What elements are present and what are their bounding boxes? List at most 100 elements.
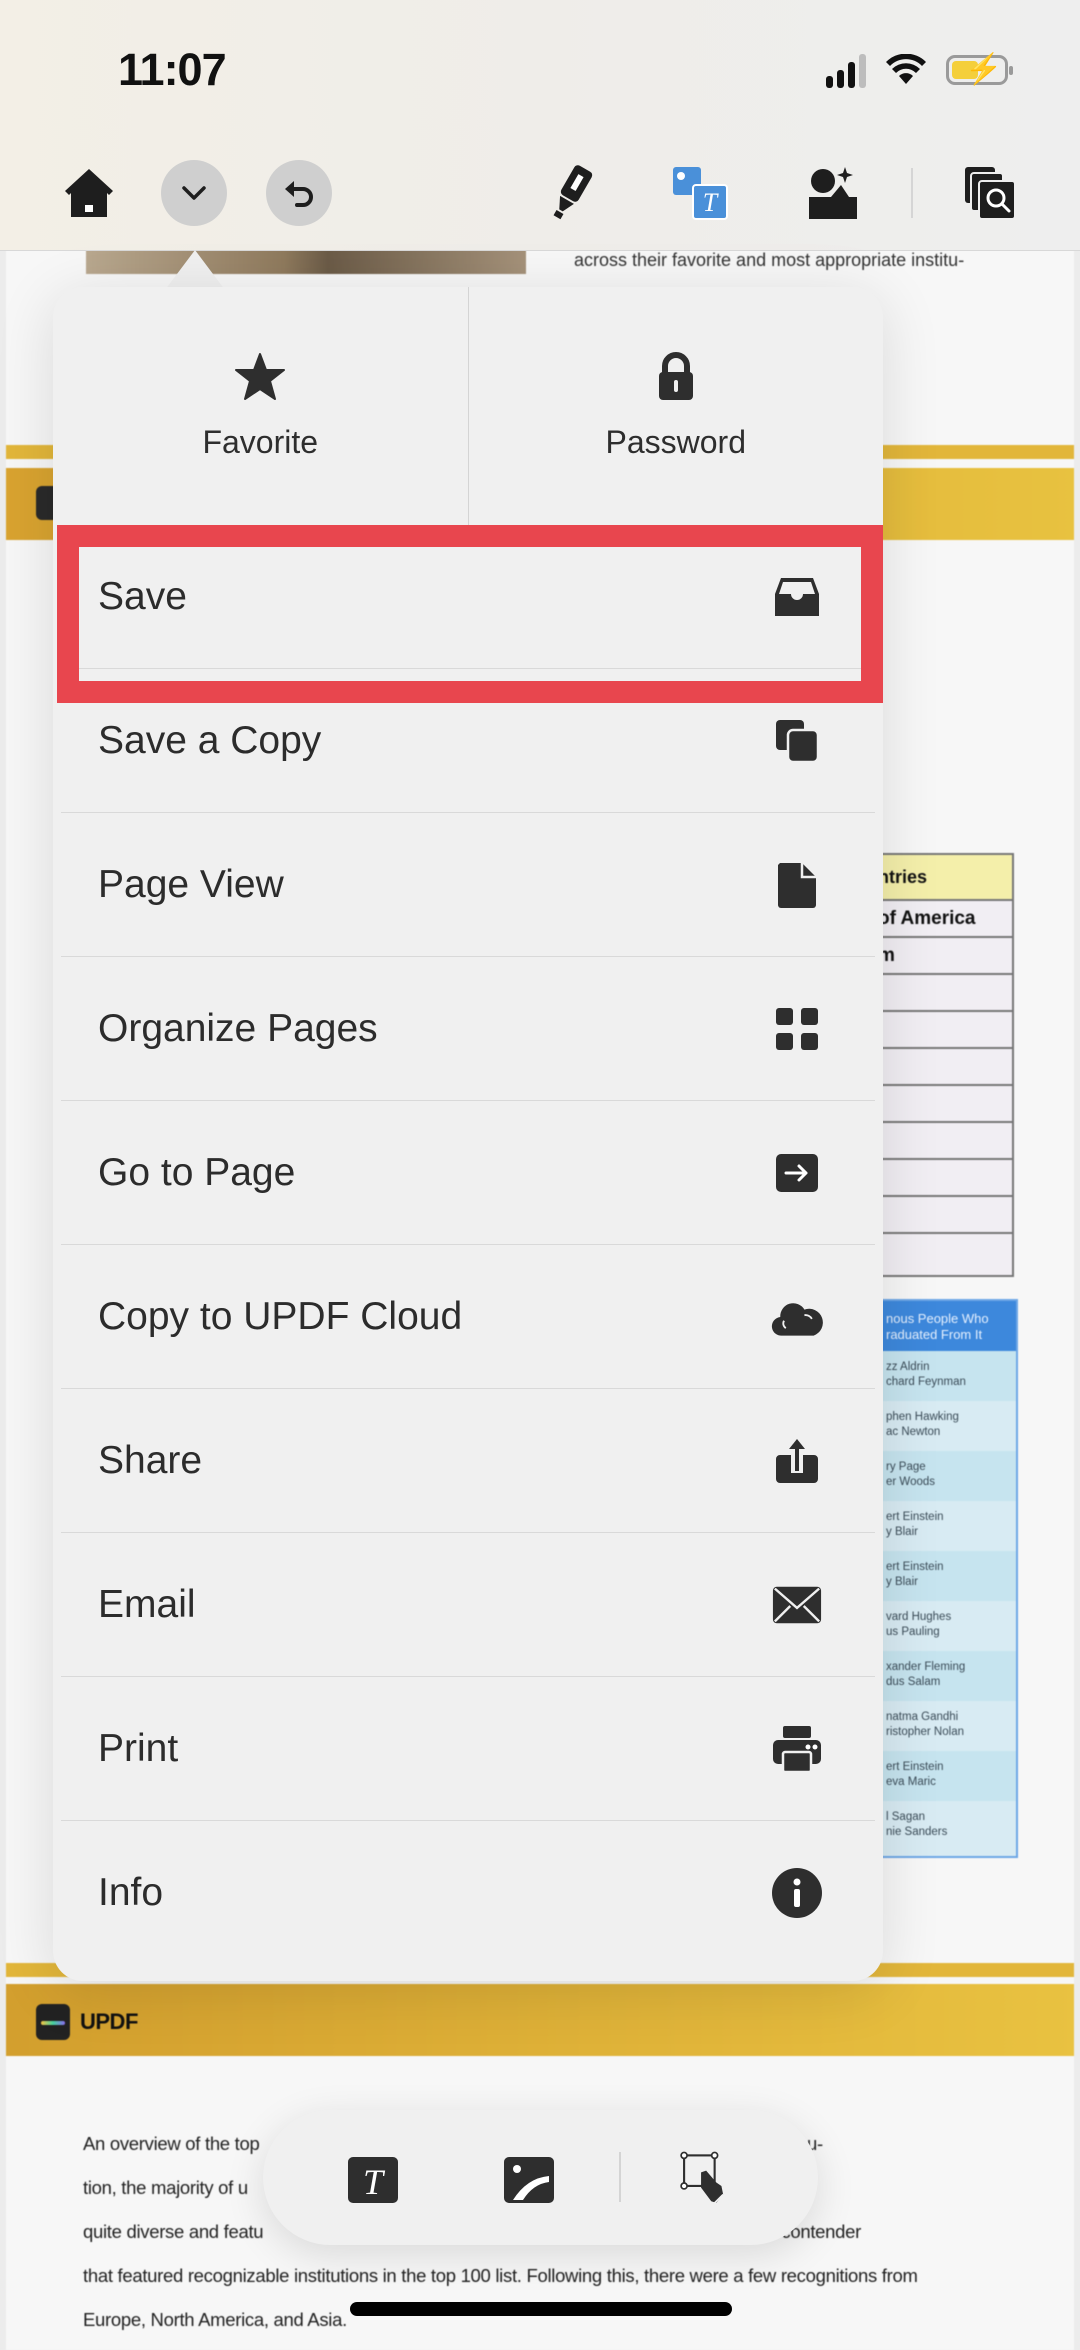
popover-arrow <box>165 250 225 290</box>
menu-item-label: Save <box>98 575 187 618</box>
image-tool-icon <box>504 2157 554 2203</box>
document-icon <box>771 859 823 911</box>
table-header-line: nous People Who <box>886 1311 989 1326</box>
menu-item-label: Page View <box>98 863 284 906</box>
menu-item-go-to-page[interactable]: Go to Page <box>53 1101 883 1245</box>
table-cell-line: phen Hawking <box>886 1411 959 1423</box>
table-cell-line: eva Maric <box>886 1776 936 1788</box>
menu-item-label: Go to Page <box>98 1151 296 1194</box>
top-bar: 11:07 ⚡ T <box>0 0 1080 251</box>
star-icon <box>235 352 286 400</box>
menu-item-share[interactable]: Share <box>53 1389 883 1533</box>
toolbar-divider <box>911 168 913 218</box>
cloud-icon <box>771 1291 823 1343</box>
menu-item-copy-to-updf-cloud[interactable]: Copy to UPDF Cloud <box>53 1245 883 1389</box>
menu-item-label: Print <box>98 1727 179 1770</box>
table-cell-line: er Woods <box>886 1476 936 1488</box>
menu-item-save[interactable]: Save <box>53 525 883 669</box>
menu-item-label: Email <box>98 1583 196 1626</box>
share-icon <box>771 1435 823 1487</box>
popover-menu-list: Save Save a Copy Page View Organize Page… <box>53 525 883 1965</box>
menu-item-page-view[interactable]: Page View <box>53 813 883 957</box>
brand-name: UPDF <box>80 2009 138 2034</box>
battery-charging-icon: ⚡ <box>946 53 1013 86</box>
table-cell-line: xander Fleming <box>886 1661 966 1673</box>
text-tool-icon: T <box>348 2157 398 2203</box>
home-icon <box>65 169 113 217</box>
table-cell-line: y Blair <box>886 1576 918 1588</box>
lock-icon <box>658 351 693 400</box>
highlighter-button[interactable] <box>538 160 604 226</box>
copy-icon <box>771 715 823 767</box>
table-cell-line: nie Sanders <box>886 1826 948 1838</box>
password-button[interactable]: Password <box>467 287 884 525</box>
search-pages-button[interactable] <box>958 160 1024 226</box>
menu-item-email[interactable]: Email <box>53 1533 883 1677</box>
favorite-button[interactable]: Favorite <box>53 287 468 525</box>
table-cell-line: ac Newton <box>886 1426 941 1438</box>
add-image-tool-button[interactable] <box>501 2152 557 2208</box>
more-menu-button[interactable] <box>161 160 227 226</box>
table-cell-line: dus Salam <box>886 1676 941 1688</box>
printer-icon <box>771 1723 823 1775</box>
add-text-tool-button[interactable]: T <box>345 2152 401 2208</box>
home-indicator[interactable] <box>350 2302 732 2316</box>
table-cell-line: ristopher Nolan <box>886 1726 964 1738</box>
document-brand: UPDF <box>36 2004 138 2040</box>
svg-text:T: T <box>363 2162 386 2202</box>
table-cell-line: l Sagan <box>886 1811 926 1823</box>
table-cell-line: vard Hughes <box>886 1611 952 1623</box>
table-cell-line: ert Einstein <box>886 1761 944 1773</box>
favorite-label: Favorite <box>202 423 319 460</box>
table-cell-line: natma Gandhi <box>886 1711 959 1723</box>
document-photo <box>86 250 526 274</box>
table-header-line: raduated From It <box>886 1327 983 1342</box>
svg-text:T: T <box>703 188 719 217</box>
menu-item-label: Share <box>98 1439 203 1482</box>
status-icons: ⚡ <box>826 52 1013 88</box>
undo-button[interactable] <box>266 160 332 226</box>
paragraph-line: that featured recognizable institutions … <box>83 2265 918 2286</box>
search-pages-icon <box>965 167 1016 220</box>
chevron-down-icon <box>182 186 206 200</box>
table-cell-line: us Pauling <box>886 1626 940 1638</box>
grid-icon <box>771 1003 823 1055</box>
select-hand-icon <box>680 2151 724 2206</box>
home-button[interactable] <box>56 160 122 226</box>
table-cell-line: ert Einstein <box>886 1561 944 1573</box>
info-icon <box>771 1867 823 1919</box>
document-text-line: across their favorite and most appropria… <box>574 250 965 270</box>
table-cell-line: chard Feynman <box>886 1376 966 1388</box>
menu-item-print[interactable]: Print <box>53 1677 883 1821</box>
document-header-band <box>6 1984 1074 2056</box>
menu-item-info[interactable]: Info <box>53 1821 883 1965</box>
undo-icon <box>285 181 313 207</box>
ai-image-icon <box>809 167 857 219</box>
password-label: Password <box>605 423 747 460</box>
menu-item-label: Save a Copy <box>98 719 322 762</box>
menu-item-label: Info <box>98 1871 164 1914</box>
table-cell-line: y Blair <box>886 1526 918 1538</box>
edit-text-image-button[interactable]: T <box>668 160 734 226</box>
arrow-right-box-icon <box>771 1147 823 1199</box>
envelope-icon <box>771 1579 823 1631</box>
signal-icon <box>826 52 866 88</box>
select-tool-button[interactable] <box>679 2151 735 2208</box>
menu-item-save-a-copy[interactable]: Save a Copy <box>53 669 883 813</box>
ai-image-button[interactable] <box>800 160 866 226</box>
menu-item-label: Copy to UPDF Cloud <box>98 1295 463 1338</box>
toolbar-divider <box>619 2152 621 2202</box>
highlighter-icon <box>553 165 593 220</box>
more-options-popover: Favorite Password Save Save a Copy Page … <box>53 287 883 1981</box>
menu-item-label: Organize Pages <box>98 1007 378 1050</box>
status-time: 11:07 <box>118 44 227 95</box>
edit-text-image-icon: T <box>673 167 728 220</box>
table-cell-line: ert Einstein <box>886 1511 944 1523</box>
inbox-tray-icon <box>771 571 823 623</box>
table-cell-line: ry Page <box>886 1461 926 1473</box>
wifi-icon <box>886 54 926 84</box>
updf-logo-icon <box>36 2004 70 2040</box>
popover-top-actions: Favorite Password <box>53 287 883 525</box>
menu-item-organize-pages[interactable]: Organize Pages <box>53 957 883 1101</box>
table-cell-line: zz Aldrin <box>886 1361 930 1373</box>
